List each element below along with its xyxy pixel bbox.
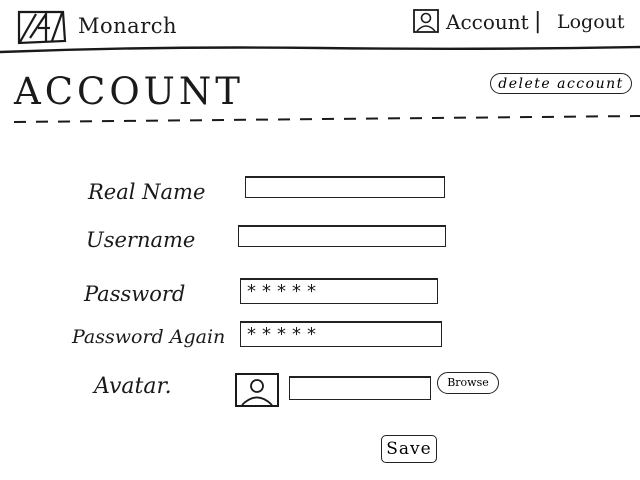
delete-account-button[interactable]: delete account bbox=[490, 73, 632, 94]
header-divider bbox=[0, 45, 640, 54]
logout-link[interactable]: Logout bbox=[557, 11, 625, 33]
nav-separator: | bbox=[534, 9, 542, 34]
avatar-label: Avatar. bbox=[94, 374, 172, 399]
real-name-label: Real Name bbox=[88, 180, 206, 204]
monarch-logo-icon bbox=[17, 10, 67, 45]
browse-button[interactable]: Browse bbox=[437, 372, 499, 394]
brand-name[interactable]: Monarch bbox=[78, 14, 177, 38]
account-link[interactable]: Account bbox=[446, 10, 529, 34]
user-icon bbox=[413, 9, 439, 33]
title-divider bbox=[13, 115, 640, 123]
username-field[interactable] bbox=[238, 225, 446, 247]
password-label: Password bbox=[84, 282, 186, 306]
username-label: Username bbox=[86, 228, 196, 252]
page-title: ACCOUNT bbox=[14, 70, 244, 113]
password-field[interactable]: ***** bbox=[240, 278, 438, 304]
save-button[interactable]: Save bbox=[381, 435, 437, 463]
avatar-file-field[interactable] bbox=[289, 376, 431, 400]
avatar-image-icon bbox=[235, 373, 279, 407]
password-again-label: Password Again bbox=[72, 326, 226, 348]
real-name-field[interactable] bbox=[245, 176, 445, 198]
password-again-field[interactable]: ***** bbox=[240, 321, 442, 347]
